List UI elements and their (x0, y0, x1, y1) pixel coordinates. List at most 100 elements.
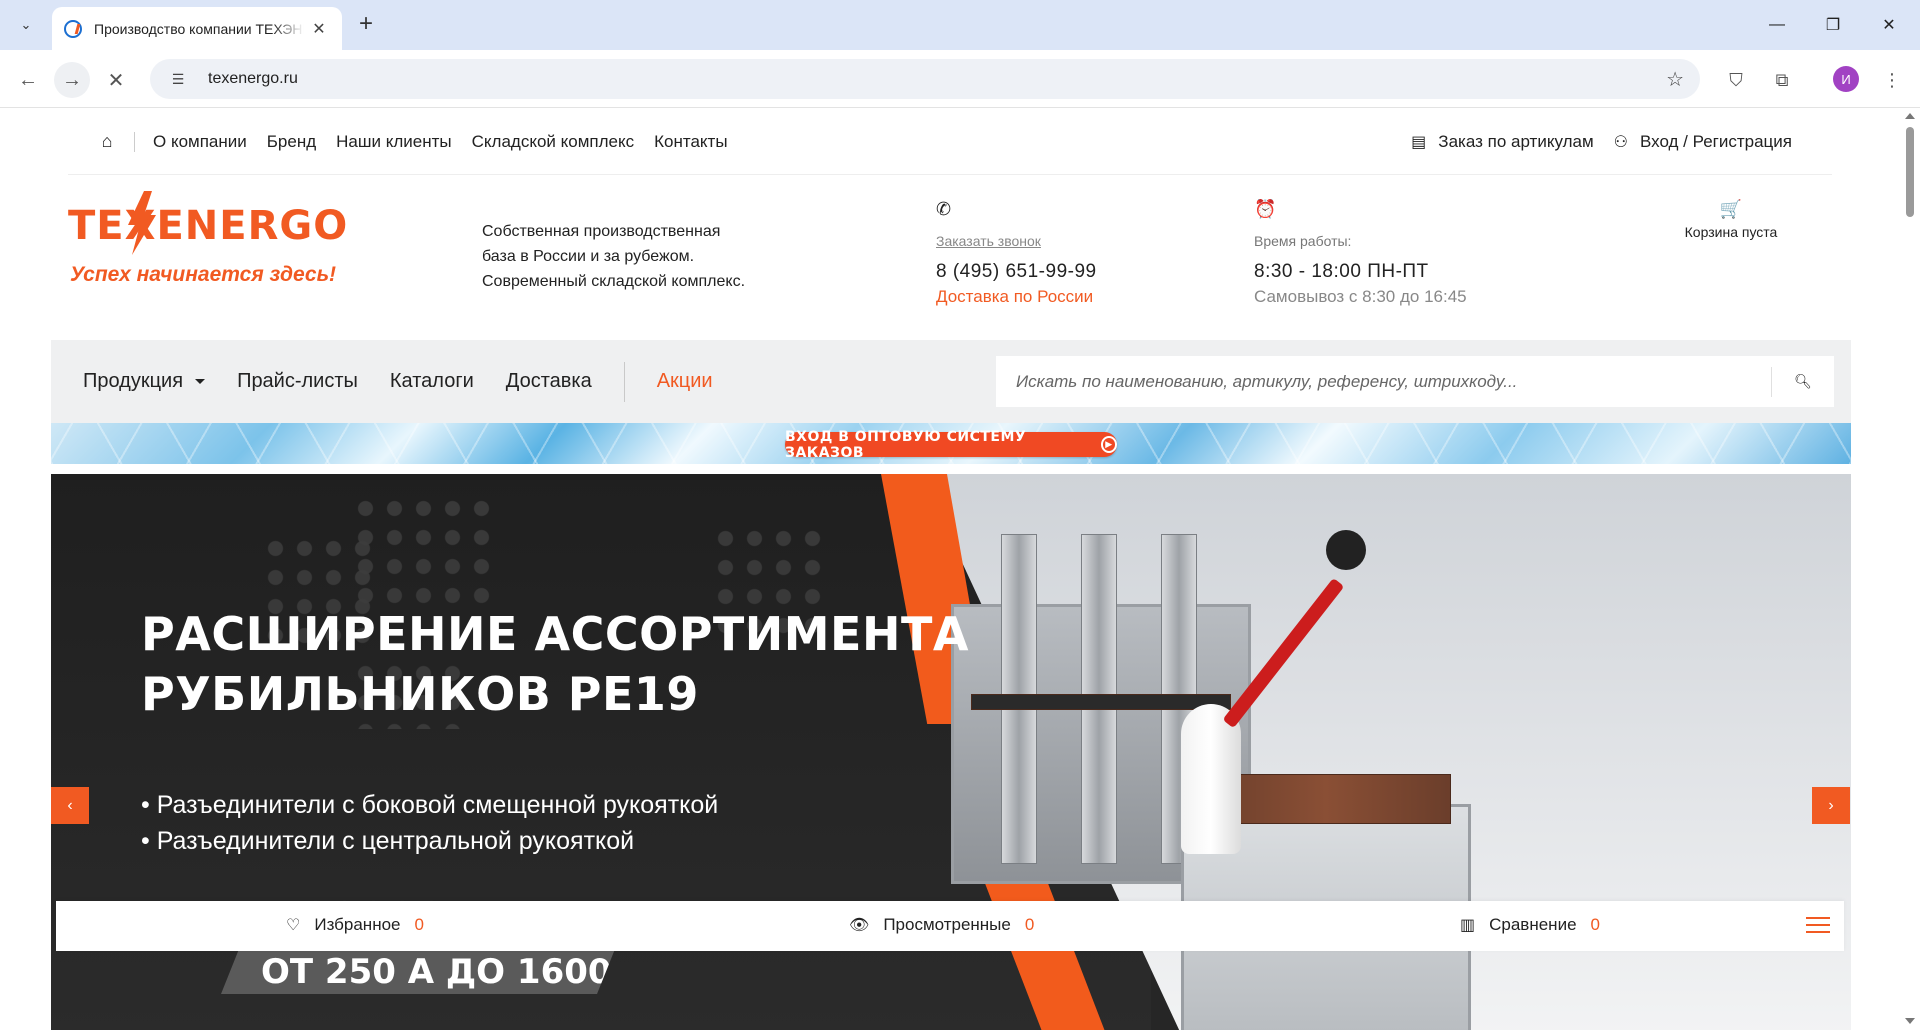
page-scrollbar[interactable] (1900, 109, 1920, 1030)
tab-list-icon[interactable]: ⌄ (10, 10, 42, 40)
alarm-clock-icon: ⏰ (1254, 199, 1277, 219)
slider-next-button[interactable]: › (1812, 787, 1850, 824)
phone-icon: ✆ (936, 199, 952, 219)
minimize-icon[interactable]: — (1754, 10, 1800, 40)
eye-icon: 👁︎ (849, 917, 870, 934)
working-hours-block: ⏰ Время работы: 8:30 - 18:00 ПН-ПТ Самов… (1254, 199, 1467, 307)
web-page: ⌂ О компании Бренд Наши клиенты Складско… (0, 109, 1900, 1030)
favorites-count: 0 (414, 915, 424, 934)
tagline-line: Собственная производственная (482, 223, 721, 240)
compare-count: 0 (1590, 915, 1600, 934)
callback-link[interactable]: Заказать звонок (936, 233, 1097, 249)
tagline-line: Современный складской комплекс. (482, 273, 746, 290)
wholesale-login-label: ВХОД В ОПТОВУЮ СИСТЕМУ ЗАКАЗОВ (785, 428, 1027, 461)
compare-link[interactable]: ▥ Сравнение 0 (1460, 915, 1600, 935)
phone-number[interactable]: 8 (495) 651-99-99 (936, 261, 1097, 283)
divider (134, 131, 135, 152)
excel-file-icon: ▤ (1411, 133, 1427, 151)
stop-icon[interactable]: ✕ (98, 62, 134, 98)
pickup-hours: Самовывоз с 8:30 до 16:45 (1254, 287, 1467, 306)
address-bar[interactable]: ☰ texenergo.ru ☆ (150, 59, 1700, 99)
nav-link-warehouse[interactable]: Складской комплекс (472, 132, 634, 152)
scrollbar-thumb[interactable] (1906, 127, 1914, 217)
nav-delivery[interactable]: Доставка (506, 370, 592, 393)
login-link[interactable]: Вход / Регистрация (1640, 132, 1792, 152)
switch-illustration (1326, 530, 1366, 570)
order-by-article-link[interactable]: Заказ по артикулам (1438, 132, 1593, 152)
forward-icon[interactable]: → (54, 62, 90, 98)
slider-prev-button[interactable]: ‹ (51, 787, 89, 824)
shield-icon[interactable]: ⛉ (1720, 64, 1752, 96)
logo-slogan: Успех начинается здесь! (70, 263, 337, 286)
slide-title-line: РУБИЛЬНИКОВ РЕ19 (141, 667, 699, 721)
avatar[interactable]: И (1833, 66, 1859, 92)
nav-link-contacts[interactable]: Контакты (654, 132, 727, 152)
scroll-up-icon[interactable] (1905, 113, 1915, 119)
close-window-icon[interactable]: ✕ (1866, 10, 1912, 40)
slide-title: РАСШИРЕНИЕ АССОРТИМЕНТА РУБИЛЬНИКОВ РЕ19 (141, 604, 969, 724)
browser-toolbar: ← → ✕ ☰ texenergo.ru ☆ ⛉ ⧉ ⋮ (0, 50, 1920, 108)
browser-tab[interactable]: Производство компании ТЕХЭНЕРГО ✕ (52, 7, 342, 50)
wholesale-banner: ВХОД В ОПТОВУЮ СИСТЕМУ ЗАКАЗОВ ▶ (51, 423, 1851, 464)
nav-link-about[interactable]: О компании (153, 132, 247, 152)
search-input[interactable] (996, 371, 1771, 392)
back-icon[interactable]: ← (10, 62, 46, 98)
compare-label: Сравнение (1489, 915, 1577, 934)
menu-dots-icon[interactable]: ⋮ (1876, 64, 1908, 96)
bar-chart-icon: ▥ (1460, 917, 1476, 934)
close-icon[interactable]: ✕ (308, 18, 330, 40)
heart-icon: ♡ (286, 917, 301, 934)
slide-bullets: • Разъединители с боковой смещенной руко… (141, 787, 718, 859)
viewed-link[interactable]: 👁︎ Просмотренные 0 (849, 915, 1034, 935)
hours-label: Время работы: (1254, 233, 1352, 249)
browser-tabbar: ⌄ Производство компании ТЕХЭНЕРГО ✕ + — … (0, 0, 1920, 50)
wholesale-login-button[interactable]: ВХОД В ОПТОВУЮ СИСТЕМУ ЗАКАЗОВ ▶ (785, 429, 1117, 461)
nav-products-label: Продукция (83, 370, 184, 392)
slide-bullet: • Разъединители с боковой смещенной руко… (141, 791, 719, 819)
search-box: 🔍︎ (996, 356, 1834, 407)
restore-icon[interactable]: ❐ (1810, 10, 1856, 40)
extensions-icon[interactable]: ⧉ (1766, 64, 1798, 96)
url-text[interactable]: texenergo.ru (208, 70, 298, 88)
nav-link-brand[interactable]: Бренд (267, 132, 316, 152)
star-icon[interactable]: ☆ (1666, 67, 1684, 92)
plus-icon[interactable]: + (352, 11, 380, 39)
contact-block: ✆ Заказать звонок 8 (495) 651-99-99 Дост… (936, 199, 1097, 307)
switch-illustration (971, 694, 1231, 710)
caret-down-icon (195, 379, 206, 384)
top-navigation: ⌂ О компании Бренд Наши клиенты Складско… (68, 109, 1832, 175)
viewed-count: 0 (1024, 915, 1035, 934)
home-icon[interactable]: ⌂ (92, 131, 122, 152)
slide-title-line: РАСШИРЕНИЕ АССОРТИМЕНТА (141, 607, 969, 661)
nav-link-clients[interactable]: Наши клиенты (336, 132, 451, 152)
nav-promotions[interactable]: Акции (657, 370, 713, 393)
divider (623, 361, 625, 402)
tab-title: Производство компании ТЕХЭНЕРГО (94, 20, 304, 37)
hours-value: 8:30 - 18:00 ПН-ПТ (1254, 261, 1429, 282)
favorites-label: Избранное (314, 915, 401, 934)
cart-label: Корзина пуста (1684, 224, 1778, 240)
arrow-right-icon: ▶ (1100, 436, 1117, 453)
hamburger-menu-icon[interactable] (1806, 917, 1830, 935)
logo[interactable]: TEXENERGO Успех начинается здесь! (68, 191, 347, 293)
bottom-panel: ♡ Избранное 0 👁︎ Просмотренные 0 ▥ Сравн… (56, 901, 1844, 951)
users-icon: ⚇ (1613, 133, 1628, 151)
delivery-link[interactable]: Доставка по России (936, 287, 1097, 307)
slide-bullet: • Разъединители с центральной рукояткой (141, 827, 635, 855)
viewed-label: Просмотренные (883, 915, 1011, 934)
cart[interactable]: 🛒 Корзина пуста (1676, 199, 1786, 240)
company-tagline: Собственная производственная база в Росс… (482, 219, 802, 294)
main-navigation: Продукция Прайс-листы Каталоги Доставка … (51, 340, 1851, 423)
nav-catalogs[interactable]: Каталоги (390, 370, 474, 393)
nav-price-lists[interactable]: Прайс-листы (237, 370, 358, 393)
tagline-line: база в России и за рубежом. (482, 248, 695, 265)
favorites-link[interactable]: ♡ Избранное 0 (286, 915, 424, 935)
favicon (64, 19, 82, 38)
logo-text: TEXENERGO (68, 203, 349, 249)
scroll-down-icon[interactable] (1905, 1018, 1915, 1024)
site-info-icon[interactable]: ☰ (166, 67, 190, 91)
nav-products[interactable]: Продукция (83, 370, 206, 393)
cart-icon: 🛒 (1719, 199, 1743, 219)
site-header: TEXENERGO Успех начинается здесь! Собств… (50, 177, 1850, 317)
search-icon[interactable]: 🔍︎ (1772, 373, 1834, 390)
